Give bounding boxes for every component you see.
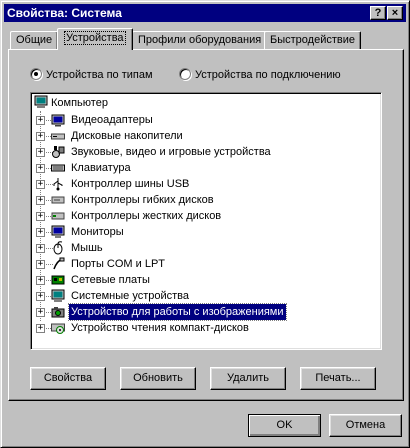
expand-icon[interactable]: +: [36, 292, 45, 301]
expand-icon[interactable]: +: [36, 132, 45, 141]
tree-item[interactable]: + Контроллеры жестких дисков: [31, 208, 381, 224]
expand-icon[interactable]: +: [36, 196, 45, 205]
port-icon: [53, 257, 65, 270]
tree-item[interactable]: + Дисковые накопители: [31, 128, 381, 144]
help-button[interactable]: ?: [370, 6, 386, 20]
expand-icon[interactable]: +: [36, 212, 45, 221]
expand-icon[interactable]: +: [36, 276, 45, 285]
close-button[interactable]: ×: [387, 6, 403, 20]
usb-icon: [53, 178, 63, 191]
tree-item-label: Устройство для работы с изображениями: [68, 303, 287, 321]
radio-by-connection-label: Устройства по подключению: [195, 69, 341, 81]
expand-icon[interactable]: +: [36, 260, 45, 269]
tree-item[interactable]: + Мониторы: [31, 224, 381, 240]
monitor-icon: [51, 225, 65, 238]
window-title: Свойства: Система: [7, 6, 122, 20]
tree-item[interactable]: + Клавиатура: [31, 160, 381, 176]
expand-icon[interactable]: +: [36, 324, 45, 333]
tree-item-label: Контроллеры жестких дисков: [71, 210, 222, 222]
radio-by-connection-circle[interactable]: [179, 68, 191, 80]
display-adapter-icon: [51, 114, 65, 127]
tree-item-label: Мышь: [71, 242, 103, 254]
expand-icon[interactable]: +: [36, 116, 45, 125]
radio-by-type-circle[interactable]: [30, 68, 42, 80]
tree-item-label: Устройство чтения компакт-дисков: [71, 322, 249, 334]
tree-item-label: Клавиатура: [71, 162, 131, 174]
tab-devices-label: Устройства: [64, 31, 126, 45]
device-tree[interactable]: Компьютер + Видеоадаптеры + Дисковые накопи…: [30, 92, 382, 350]
system-properties-window: Свойства: Система ? × Общие Устройства П…: [0, 0, 410, 448]
tree-root[interactable]: Компьютер: [34, 95, 108, 111]
tree-item-label: Мониторы: [71, 226, 124, 238]
tree-item[interactable]: + Порты COM и LPT: [31, 256, 381, 272]
expand-icon[interactable]: +: [36, 180, 45, 189]
radio-by-type-label: Устройства по типам: [46, 69, 153, 81]
tree-item[interactable]: + Сетевые платы: [31, 272, 381, 288]
keyboard-icon: [51, 164, 65, 172]
sound-video-game-icon: [52, 146, 65, 158]
tree-item-label: Звуковые, видео и игровые устройства: [71, 146, 271, 158]
hard-disk-controller-icon: [51, 212, 65, 220]
mouse-icon: [53, 241, 63, 255]
tree-item[interactable]: + Видеоадаптеры: [31, 112, 381, 128]
tab-general[interactable]: Общие: [10, 31, 59, 50]
radio-by-connection[interactable]: Устройства по подключению: [179, 68, 341, 82]
radio-by-type[interactable]: Устройства по типам: [30, 68, 153, 82]
expand-icon[interactable]: +: [36, 148, 45, 157]
cancel-button[interactable]: Отмена: [329, 414, 402, 437]
expand-icon[interactable]: +: [36, 308, 45, 317]
tree-root-label: Компьютер: [51, 97, 108, 109]
tree-item-label: Системные устройства: [71, 290, 190, 302]
tree-item-label: Контроллеры гибких дисков: [71, 194, 214, 206]
expand-icon[interactable]: +: [36, 244, 45, 253]
floppy-controller-icon: [51, 196, 65, 204]
title-bar[interactable]: Свойства: Система ? ×: [4, 4, 406, 22]
disk-drive-icon: [51, 133, 65, 140]
tree-item-label: Дисковые накопители: [71, 130, 183, 142]
tree-item-label: Видеоадаптеры: [71, 114, 153, 126]
tree-item-label: Порты COM и LPT: [71, 258, 165, 270]
tree-item[interactable]: + Устройство для работы с изображениями: [31, 303, 381, 321]
tree-item[interactable]: + Мышь: [31, 240, 381, 256]
expand-icon[interactable]: +: [36, 164, 45, 173]
tab-devices[interactable]: Устройства: [57, 28, 133, 50]
tree-item-label: Сетевые платы: [71, 274, 150, 286]
ok-button[interactable]: OK: [248, 414, 321, 437]
network-card-icon: [51, 275, 65, 285]
expand-icon[interactable]: +: [36, 228, 45, 237]
tree-item[interactable]: + Звуковые, видео и игровые устройства: [31, 144, 381, 160]
tab-performance[interactable]: Быстродействие: [264, 31, 361, 50]
imaging-device-icon: [51, 307, 65, 318]
tree-item-label: Контроллер шины USB: [71, 178, 190, 190]
tree-item[interactable]: + Системные устройства: [31, 288, 381, 304]
tree-item[interactable]: + Контроллер шины USB: [31, 176, 381, 192]
tree-items: + Видеоадаптеры + Дисковые накопители + Звуко…: [31, 112, 381, 336]
cdrom-icon: [51, 323, 65, 334]
tree-item[interactable]: + Устройство чтения компакт-дисков: [31, 320, 381, 336]
system-devices-icon: [51, 289, 65, 302]
tree-item[interactable]: + Контроллеры гибких дисков: [31, 192, 381, 208]
tab-hardware-profiles[interactable]: Профили оборудования: [132, 31, 268, 50]
computer-icon: [34, 95, 48, 108]
